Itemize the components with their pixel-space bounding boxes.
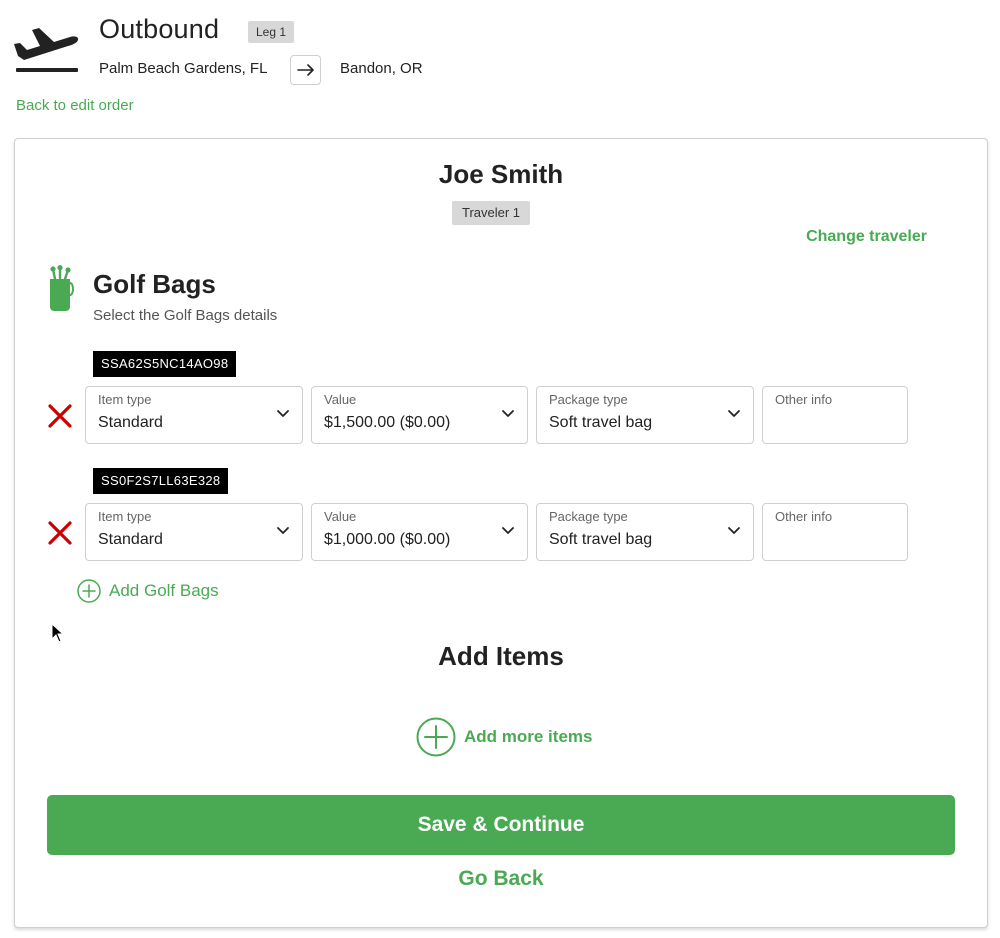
value-select[interactable]: Value $1,500.00 ($0.00) bbox=[311, 386, 528, 444]
chevron-down-icon bbox=[502, 527, 514, 534]
package-type-label: Package type bbox=[549, 392, 628, 407]
traveler-badge: Traveler 1 bbox=[452, 201, 531, 225]
value-label: Value bbox=[324, 392, 357, 407]
other-info-field[interactable]: Other info bbox=[762, 386, 908, 444]
golf-bag-icon bbox=[50, 265, 74, 311]
chevron-down-icon bbox=[728, 410, 740, 417]
section-title: Golf Bags bbox=[93, 269, 216, 299]
item-type-value: Standard bbox=[98, 531, 163, 548]
value-label: Value bbox=[324, 509, 357, 524]
plane-departure-icon bbox=[14, 28, 79, 72]
add-more-items-label: Add more items bbox=[464, 727, 593, 746]
other-info-label: Other info bbox=[775, 509, 833, 524]
save-continue-button[interactable]: Save & Continue bbox=[47, 795, 955, 855]
item-type-label: Item type bbox=[98, 392, 152, 407]
other-info-field[interactable]: Other info bbox=[762, 503, 908, 561]
section-subtitle: Select the Golf Bags details bbox=[93, 307, 278, 324]
package-type-select[interactable]: Package type Soft travel bag bbox=[536, 503, 754, 561]
route-arrow bbox=[290, 55, 321, 85]
traveler-name: Joe Smith bbox=[438, 159, 564, 189]
item-code-tag: SSA62S5NC14AO98 bbox=[93, 351, 237, 377]
plus-circle-icon bbox=[77, 579, 101, 603]
package-type-label: Package type bbox=[549, 509, 628, 524]
package-type-value: Soft travel bag bbox=[549, 414, 653, 431]
add-golf-bags-label: Add Golf Bags bbox=[109, 581, 219, 600]
item-type-label: Item type bbox=[98, 509, 152, 524]
mouse-cursor-icon bbox=[51, 623, 65, 643]
arrow-right-icon bbox=[296, 64, 314, 76]
other-info-label: Other info bbox=[775, 392, 833, 407]
chevron-down-icon bbox=[728, 527, 740, 534]
value-select[interactable]: Value $1,000.00 ($0.00) bbox=[311, 503, 528, 561]
add-golf-bags-button[interactable]: Add Golf Bags bbox=[77, 579, 219, 603]
package-type-select[interactable]: Package type Soft travel bag bbox=[536, 386, 754, 444]
package-type-value: Soft travel bag bbox=[549, 531, 653, 548]
origin-location: Palm Beach Gardens, FL bbox=[99, 60, 268, 77]
item-type-value: Standard bbox=[98, 414, 163, 431]
leg-badge: Leg 1 bbox=[248, 21, 295, 43]
close-x-icon[interactable] bbox=[47, 520, 73, 546]
add-more-items-button[interactable]: Add more items bbox=[416, 717, 592, 757]
value-value: $1,500.00 ($0.00) bbox=[324, 414, 451, 431]
traveler-card: Joe Smith Traveler 1 Change traveler Gol… bbox=[14, 138, 988, 928]
plus-circle-icon bbox=[416, 717, 456, 757]
value-value: $1,000.00 ($0.00) bbox=[324, 531, 451, 548]
item-type-select[interactable]: Item type Standard bbox=[85, 386, 303, 444]
destination-location: Bandon, OR bbox=[340, 60, 423, 77]
chevron-down-icon bbox=[502, 410, 514, 417]
close-x-icon[interactable] bbox=[47, 403, 73, 429]
item-type-select[interactable]: Item type Standard bbox=[85, 503, 303, 561]
chevron-down-icon bbox=[277, 527, 289, 534]
add-items-title: Add Items bbox=[438, 641, 564, 671]
item-code-tag: SS0F2S7LL63E328 bbox=[93, 468, 229, 494]
change-traveler-link[interactable]: Change traveler bbox=[806, 228, 927, 246]
chevron-down-icon bbox=[277, 410, 289, 417]
back-to-edit-order-link[interactable]: Back to edit order bbox=[16, 97, 134, 114]
go-back-button[interactable]: Go Back bbox=[15, 867, 987, 891]
page-title: Outbound bbox=[99, 14, 220, 44]
